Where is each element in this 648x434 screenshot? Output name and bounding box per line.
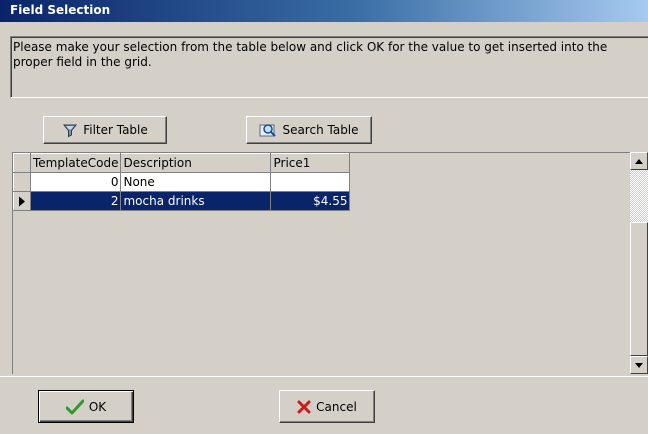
search-table-button[interactable]: Search Table: [246, 116, 372, 144]
scroll-thumb[interactable]: [630, 222, 648, 356]
filter-table-button[interactable]: Filter Table: [43, 116, 167, 144]
cancel-button[interactable]: Cancel: [279, 390, 375, 423]
ok-button[interactable]: OK: [38, 390, 134, 423]
cancel-label: Cancel: [316, 399, 357, 414]
column-header-description[interactable]: Description: [120, 153, 272, 173]
scroll-up-button[interactable]: [630, 152, 648, 170]
cell-description[interactable]: None: [120, 172, 272, 192]
row-indicator[interactable]: [13, 172, 31, 192]
table-row[interactable]: 0 None: [13, 172, 351, 192]
column-header-price1[interactable]: Price1: [270, 153, 351, 173]
cell-templatecode[interactable]: 2: [30, 191, 122, 211]
search-icon: [259, 122, 277, 138]
instructions-text: Please make your selection from the tabl…: [10, 36, 648, 98]
cell-templatecode[interactable]: 0: [30, 172, 122, 192]
table-row-selected[interactable]: 2 mocha drinks $4.55: [13, 191, 351, 211]
scroll-track[interactable]: [630, 170, 648, 356]
checkmark-icon: [65, 399, 84, 415]
current-row-arrow-icon: [15, 196, 30, 207]
column-header-templatecode[interactable]: TemplateCode: [29, 153, 122, 173]
cell-description[interactable]: mocha drinks: [120, 191, 272, 211]
data-grid[interactable]: TemplateCode Description Price1 0 None 2…: [12, 152, 648, 374]
filter-icon: [62, 122, 78, 138]
scroll-down-button[interactable]: [630, 356, 648, 374]
row-indicator[interactable]: [13, 191, 31, 211]
close-icon: [297, 400, 311, 414]
selection-table: TemplateCode Description Price1 0 None 2…: [13, 153, 351, 211]
cell-price1[interactable]: $4.55: [270, 191, 351, 211]
scroll-up-arrow-icon: [635, 158, 643, 164]
table-header-row: TemplateCode Description Price1: [13, 153, 351, 173]
filter-table-label: Filter Table: [83, 123, 148, 137]
scroll-down-arrow-icon: [635, 362, 643, 368]
cell-price1[interactable]: [270, 172, 351, 192]
row-indicator-header: [13, 153, 31, 173]
title-bar[interactable]: Field Selection: [0, 0, 648, 22]
vertical-scrollbar[interactable]: [630, 152, 648, 374]
window-title: Field Selection: [10, 3, 111, 17]
ok-label: OK: [88, 399, 107, 414]
search-table-label: Search Table: [282, 123, 359, 137]
